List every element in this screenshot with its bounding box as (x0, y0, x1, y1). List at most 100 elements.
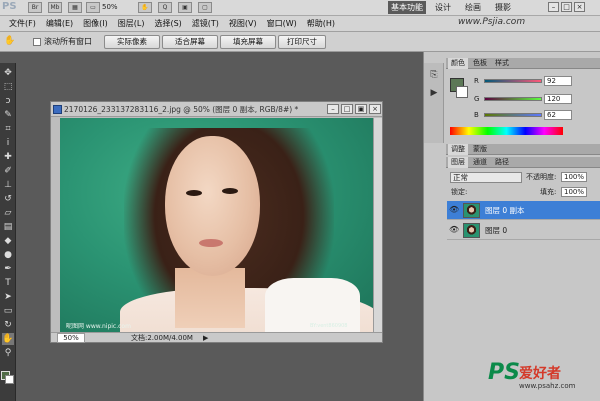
opacity-field[interactable]: 100% (561, 172, 587, 182)
scroll-all-checkbox[interactable] (33, 38, 41, 46)
lasso-tool-icon[interactable]: ↄ (2, 95, 14, 107)
slider-b-track[interactable] (484, 113, 542, 117)
app-bar: PS Br Mb ▦ ▭ 50% ✋ Q ▣ ▢ 基本功能 设计 绘画 摄影 –… (0, 0, 600, 16)
fill-label: 填充: (540, 188, 557, 196)
layer-row[interactable]: 👁 图层 0 (447, 221, 600, 240)
photo-left-eye (186, 190, 202, 196)
doc-zoom-field[interactable]: 50% (57, 333, 85, 343)
tools-panel: ✥ ⬚ ↄ ✎ ⌗ ⅰ ✚ ✐ ⊥ ↺ ▱ ▤ ◆ ● ✒ T ➤ ▭ ↻ ✋ … (0, 63, 16, 401)
brand-logo-text: 爱好者 (519, 366, 561, 382)
menu-select[interactable]: 选择(S) (149, 16, 186, 31)
workspace-painting[interactable]: 绘画 (462, 1, 484, 14)
fill-screen-button[interactable]: 填充屏幕 (220, 35, 276, 49)
slider-g-value[interactable]: 120 (544, 94, 572, 104)
menu-edit[interactable]: 编辑(E) (41, 16, 78, 31)
zoom-level-icon[interactable]: ▭ (86, 2, 100, 13)
gradient-tool-icon[interactable]: ▤ (2, 221, 14, 233)
brand-logo-ps: PS (488, 360, 520, 385)
tab-masks[interactable]: 蒙版 (470, 144, 490, 155)
slider-b-label: B (474, 111, 479, 119)
shape-tool-icon[interactable]: ▭ (2, 305, 14, 317)
healing-brush-tool-icon[interactable]: ✚ (2, 151, 14, 163)
photo-lips (199, 239, 223, 247)
photo-right-eye (222, 188, 238, 194)
background-color-swatch[interactable] (5, 375, 14, 384)
tab-layers[interactable]: 图层 (448, 157, 468, 168)
visibility-eye-icon[interactable]: 👁 (449, 205, 459, 215)
fit-screen-button[interactable]: 适合屏幕 (162, 35, 218, 49)
slider-b-value[interactable]: 62 (544, 110, 572, 120)
menu-window[interactable]: 窗口(W) (262, 16, 302, 31)
dodge-tool-icon[interactable]: ● (2, 249, 14, 261)
hand-tool-active-icon[interactable]: ✋ (2, 333, 14, 345)
tab-color[interactable]: 颜色 (448, 58, 468, 69)
doc-maximize-icon[interactable]: □ (341, 104, 353, 114)
path-select-tool-icon[interactable]: ➤ (2, 291, 14, 303)
arrange-documents-icon[interactable]: ▣ (178, 2, 192, 13)
eyedropper-tool-icon[interactable]: ⅰ (2, 137, 14, 149)
quick-select-tool-icon[interactable]: ✎ (2, 109, 14, 121)
workspace-essentials[interactable]: 基本功能 (388, 1, 426, 14)
document-scrollbar[interactable] (373, 118, 382, 332)
doc-minimize-icon[interactable]: – (327, 104, 339, 114)
tab-swatches[interactable]: 色板 (470, 58, 490, 69)
actual-pixels-button[interactable]: 实际像素 (104, 35, 160, 49)
options-bar: ✋ 滚动所有窗口 实际像素 适合屏幕 填充屏幕 打印尺寸 (0, 32, 600, 52)
zoom-tool-side-icon[interactable]: ⚲ (2, 347, 14, 359)
menu-filter[interactable]: 滤镜(T) (187, 16, 224, 31)
blur-tool-icon[interactable]: ◆ (2, 235, 14, 247)
bridge-icon[interactable]: Br (28, 2, 42, 13)
tab-paths[interactable]: 路径 (492, 157, 512, 168)
document-window: 2170126_233137283116_2.jpg @ 50% (图层 0 副… (50, 101, 383, 343)
menu-help[interactable]: 帮助(H) (302, 16, 340, 31)
doc-close-icon[interactable]: × (369, 104, 381, 114)
watermark-url: www.Psjia.com (458, 17, 526, 27)
image-canvas[interactable]: 昵图网 www.nipic.com BY:vent860908 (60, 118, 373, 332)
status-menu-arrow[interactable]: ▶ (203, 333, 208, 343)
slider-r-value[interactable]: 92 (544, 76, 572, 86)
panel-background-swatch[interactable] (456, 86, 468, 98)
move-tool-icon[interactable]: ✥ (2, 67, 14, 79)
menu-image[interactable]: 图像(I) (78, 16, 113, 31)
pen-tool-icon[interactable]: ✒ (2, 263, 14, 275)
document-file-icon (53, 105, 62, 114)
fill-field[interactable]: 100% (561, 187, 587, 197)
zoom-tool-icon[interactable]: Q (158, 2, 172, 13)
tab-channels[interactable]: 通道 (470, 157, 490, 168)
workspace-design[interactable]: 设计 (432, 1, 454, 14)
brush-tool-icon[interactable]: ✐ (2, 165, 14, 177)
visibility-eye-icon[interactable]: 👁 (449, 225, 459, 235)
hand-rotate-icon[interactable]: ✋ (138, 2, 152, 13)
type-tool-icon[interactable]: T (2, 277, 14, 289)
doc-restore-icon[interactable]: ▣ (355, 104, 367, 114)
view-extras-icon[interactable]: ▦ (68, 2, 82, 13)
layer-row[interactable]: 👁 图层 0 副本 (447, 201, 600, 220)
minimize-icon[interactable]: – (548, 2, 559, 12)
slider-r-track[interactable] (484, 79, 542, 83)
maximize-icon[interactable]: □ (561, 2, 572, 12)
hand-tool-icon[interactable]: ✋ (4, 35, 16, 47)
clone-stamp-tool-icon[interactable]: ⊥ (2, 179, 14, 191)
3d-rotate-tool-icon[interactable]: ↻ (2, 319, 14, 331)
close-icon[interactable]: × (574, 2, 585, 12)
eraser-tool-icon[interactable]: ▱ (2, 207, 14, 219)
minibridge-icon[interactable]: Mb (48, 2, 62, 13)
zoom-select[interactable]: 50% (102, 2, 130, 13)
workspace-photography[interactable]: 摄影 (492, 1, 514, 14)
tab-adjustments[interactable]: 调整 (448, 144, 468, 155)
print-size-button[interactable]: 打印尺寸 (278, 35, 326, 49)
color-spectrum-ramp[interactable] (450, 127, 563, 135)
screen-mode-icon[interactable]: ▢ (198, 2, 212, 13)
menu-file[interactable]: 文件(F) (4, 16, 41, 31)
history-brush-tool-icon[interactable]: ↺ (2, 193, 14, 205)
photo-watermark-right: BY:vent860908 (310, 323, 348, 329)
blend-mode-select[interactable]: 正常 (450, 172, 522, 183)
menu-layer[interactable]: 图层(L) (113, 16, 150, 31)
menu-view[interactable]: 视图(V) (224, 16, 262, 31)
tab-styles[interactable]: 样式 (492, 58, 512, 69)
actions-panel-icon[interactable]: ▶ (428, 87, 440, 99)
slider-g-track[interactable] (484, 97, 542, 101)
crop-tool-icon[interactable]: ⌗ (2, 123, 14, 135)
marquee-tool-icon[interactable]: ⬚ (2, 81, 14, 93)
history-panel-icon[interactable]: ⎘ (428, 69, 440, 81)
